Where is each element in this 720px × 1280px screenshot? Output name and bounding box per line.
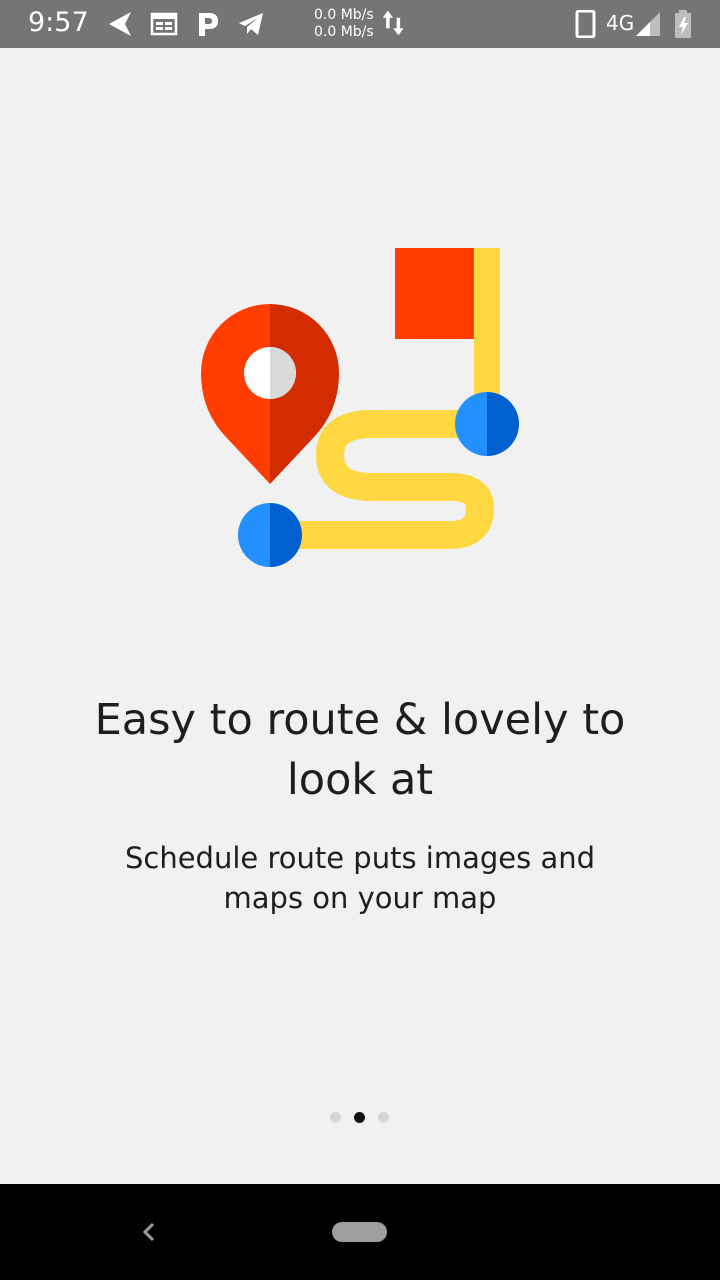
navigation-arrow-icon <box>109 12 131 36</box>
page-dot-1[interactable] <box>330 1112 341 1123</box>
calendar-icon <box>150 12 178 36</box>
network-speed-up: 0.0 Mb/s <box>314 7 374 23</box>
telegram-icon <box>239 13 263 35</box>
data-arrows-icon <box>382 10 404 36</box>
route-node-lower <box>238 503 302 567</box>
home-button[interactable] <box>332 1222 387 1242</box>
page-dot-2-active[interactable] <box>354 1112 365 1123</box>
onboarding-subtitle: Schedule route puts images and maps on y… <box>124 841 596 915</box>
network-speed: 0.0 Mb/s 0.0 Mb/s <box>314 7 374 41</box>
signal-icon <box>636 12 660 36</box>
parking-p-icon <box>199 13 218 36</box>
onboarding-title: Easy to route & lovely to look at <box>94 695 626 805</box>
network-speed-down: 0.0 Mb/s <box>314 24 374 40</box>
battery-charging-icon <box>675 10 691 38</box>
page-dot-3[interactable] <box>378 1112 389 1123</box>
status-time: 9:57 <box>28 7 89 38</box>
route-node-upper <box>455 392 519 456</box>
status-bar: 9:57 0.0 Mb/s 0.0 Mb/s 4G <box>0 0 720 48</box>
page-indicator <box>330 1112 390 1124</box>
back-button[interactable] <box>138 1220 160 1244</box>
phone-device-icon <box>575 10 596 38</box>
network-type: 4G <box>606 11 635 35</box>
flag-square <box>395 248 474 339</box>
system-nav-bar <box>0 1184 720 1280</box>
route-map-illustration <box>201 248 519 567</box>
